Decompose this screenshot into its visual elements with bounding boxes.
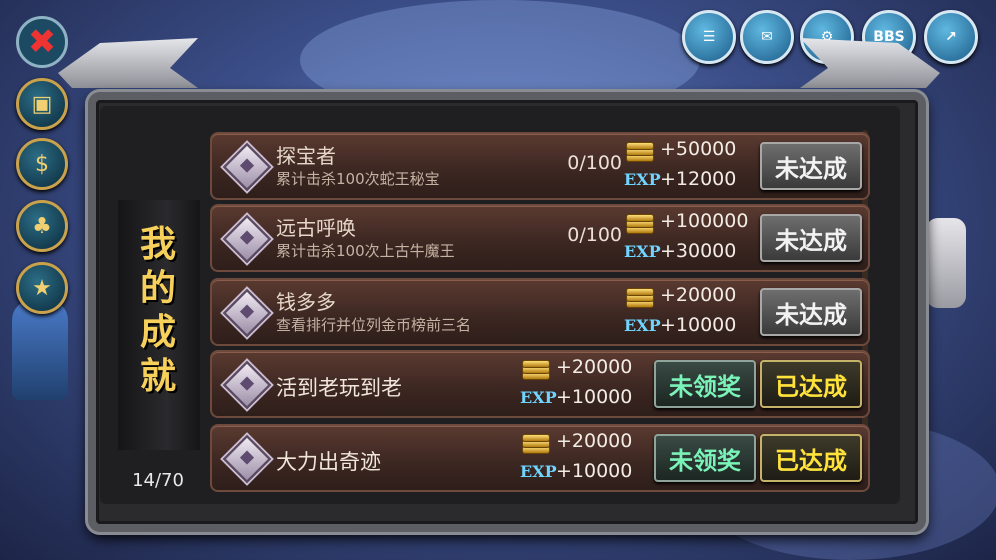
profile-list-button[interactable]: ☰ bbox=[682, 10, 736, 64]
profile-list-icon: ☰ bbox=[702, 29, 716, 45]
achievement-desc: 查看排行并位列金币榜前三名 bbox=[276, 316, 472, 334]
achievement-name: 活到老玩到老 bbox=[276, 376, 402, 400]
achievement-row: 活到老玩到老 +20000 EXP +10000 未领奖 已达成 bbox=[210, 350, 870, 418]
achievement-progress: 0/100 bbox=[567, 224, 622, 246]
exp-reward: +30000 bbox=[660, 240, 737, 262]
gold-coins-icon bbox=[522, 358, 550, 380]
status-button[interactable]: 已达成 bbox=[760, 434, 862, 482]
gold-coins-icon bbox=[626, 212, 654, 234]
gold-coins-icon bbox=[522, 432, 550, 454]
exp-reward: +10000 bbox=[556, 460, 633, 482]
exp-label: EXP bbox=[624, 170, 661, 189]
achievement-row: 远古呼唤 累计击杀100次上古牛魔王 0/100 +100000 EXP +30… bbox=[210, 204, 870, 272]
share-icon: ↗ bbox=[945, 29, 957, 45]
status-button[interactable]: 已达成 bbox=[760, 360, 862, 408]
gold-reward: +20000 bbox=[556, 356, 633, 378]
gold-coins-icon bbox=[626, 286, 654, 308]
character-left bbox=[12, 300, 68, 400]
achievement-name: 钱多多 bbox=[276, 290, 336, 314]
frame-wing-left bbox=[58, 38, 198, 88]
exp-reward: +12000 bbox=[660, 168, 737, 190]
status-button[interactable]: 未达成 bbox=[760, 288, 862, 336]
achievement-badge-icon bbox=[222, 142, 272, 192]
chat-icon: ✉ bbox=[761, 29, 773, 45]
achievement-count: 14/70 bbox=[132, 470, 184, 491]
club-icon: ♣ bbox=[32, 213, 52, 239]
character-right bbox=[926, 218, 966, 308]
chat-button[interactable]: ✉ bbox=[740, 10, 794, 64]
achievement-progress: 0/100 bbox=[567, 152, 622, 174]
achievement-name: 远古呼唤 bbox=[276, 216, 356, 240]
exp-reward: +10000 bbox=[556, 386, 633, 408]
achievement-row: 钱多多 查看排行并位列金币榜前三名 +20000 EXP +10000 未达成 bbox=[210, 278, 870, 346]
panel-title: 我的成就 bbox=[139, 223, 176, 397]
treasure-chest-icon: ▣ bbox=[31, 91, 53, 117]
achievement-badge-icon bbox=[222, 214, 272, 264]
exp-label: EXP bbox=[624, 316, 661, 335]
gold-reward: +20000 bbox=[660, 284, 737, 306]
close-button[interactable]: ✖ bbox=[16, 16, 68, 68]
claim-reward-button[interactable]: 未领奖 bbox=[654, 434, 756, 482]
close-icon: ✖ bbox=[27, 22, 57, 62]
achievement-name: 大力出奇迹 bbox=[276, 450, 381, 474]
star-button[interactable]: ★ bbox=[16, 262, 68, 314]
status-button[interactable]: 未达成 bbox=[760, 142, 862, 190]
star-icon: ★ bbox=[32, 275, 52, 301]
exp-label: EXP bbox=[520, 388, 557, 407]
status-button[interactable]: 未达成 bbox=[760, 214, 862, 262]
exp-reward: +10000 bbox=[660, 314, 737, 336]
claim-reward-button[interactable]: 未领奖 bbox=[654, 360, 756, 408]
club-button[interactable]: ♣ bbox=[16, 200, 68, 252]
gold-reward: +20000 bbox=[556, 430, 633, 452]
share-button[interactable]: ↗ bbox=[924, 10, 978, 64]
achievement-desc: 累计击杀100次上古牛魔王 bbox=[276, 242, 455, 260]
gold-reward: +50000 bbox=[660, 138, 737, 160]
exp-label: EXP bbox=[624, 242, 661, 261]
achievement-badge-icon bbox=[222, 360, 272, 410]
achievement-badge-icon bbox=[222, 288, 272, 338]
gold-reward: +100000 bbox=[660, 210, 749, 232]
treasure-chest-button[interactable]: ▣ bbox=[16, 78, 68, 130]
achievement-badge-icon bbox=[222, 434, 272, 484]
achievement-desc: 累计击杀100次蛇王秘宝 bbox=[276, 170, 440, 188]
achievement-row: 大力出奇迹 +20000 EXP +10000 未领奖 已达成 bbox=[210, 424, 870, 492]
coin-icon: $ bbox=[35, 151, 49, 177]
exp-label: EXP bbox=[520, 462, 557, 481]
achievement-name: 探宝者 bbox=[276, 144, 336, 168]
gold-coins-icon bbox=[626, 140, 654, 162]
coin-button[interactable]: $ bbox=[16, 138, 68, 190]
achievement-row: 探宝者 累计击杀100次蛇王秘宝 0/100 +50000 EXP +12000… bbox=[210, 132, 870, 200]
